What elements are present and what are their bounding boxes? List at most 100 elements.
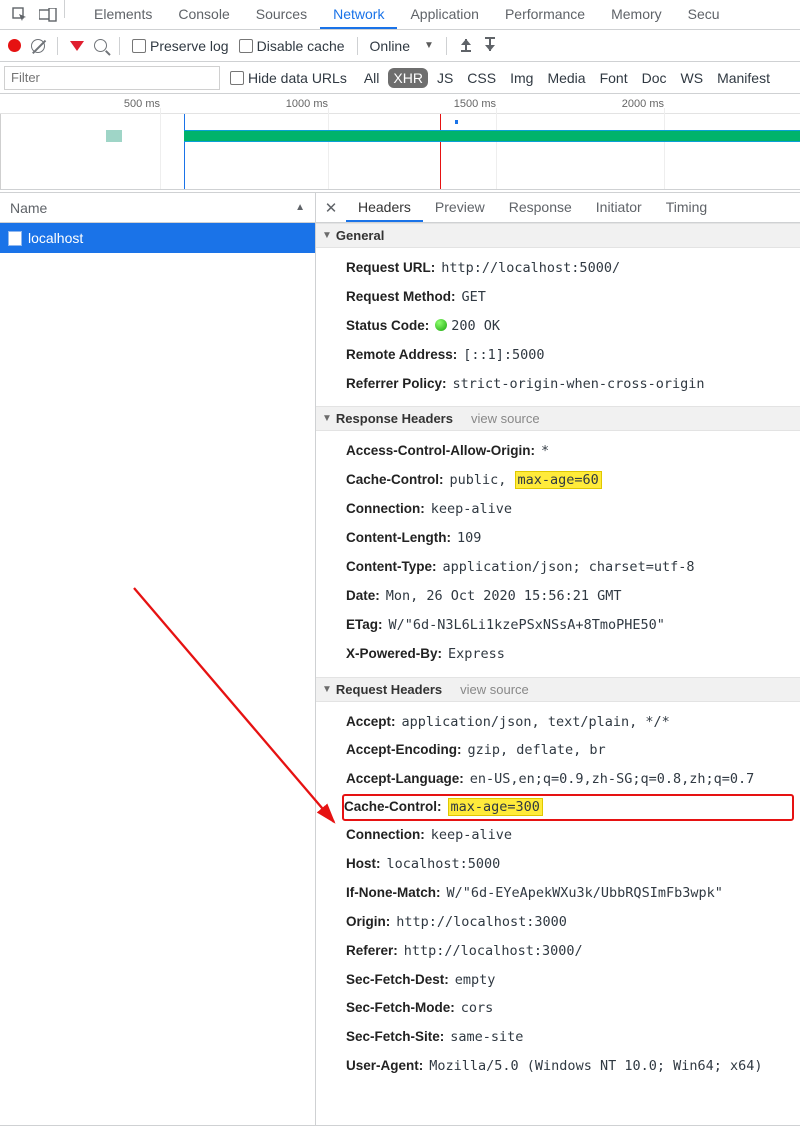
search-icon[interactable] [94, 39, 107, 52]
type-filter-manifest[interactable]: Manifest [712, 68, 775, 88]
header-key: Access-Control-Allow-Origin: [346, 442, 535, 461]
header-row: Status Code:200 OK [346, 312, 800, 341]
header-value: Mozilla/5.0 (Windows NT 10.0; Win64; x64… [429, 1057, 762, 1076]
header-key: Sec-Fetch-Site: [346, 1028, 444, 1047]
request-list: Name ▲ localhost [0, 193, 316, 1125]
timeline-start-line [0, 114, 1, 189]
divider [64, 0, 65, 18]
request-detail: ✕ HeadersPreviewResponseInitiatorTiming … [316, 193, 800, 1125]
tab-console[interactable]: Console [165, 0, 242, 29]
header-key: Sec-Fetch-Mode: [346, 999, 455, 1018]
header-row: Origin:http://localhost:3000 [346, 908, 800, 937]
type-filter-all[interactable]: All [359, 68, 385, 88]
tab-secu[interactable]: Secu [675, 0, 733, 29]
header-key: Sec-Fetch-Dest: [346, 971, 449, 990]
header-key: X-Powered-By: [346, 645, 442, 664]
header-key: Accept-Encoding: [346, 741, 462, 760]
header-value: public, max-age=60 [450, 471, 602, 490]
header-key: User-Agent: [346, 1057, 423, 1076]
tab-network[interactable]: Network [320, 0, 397, 29]
header-key: Content-Length: [346, 529, 451, 548]
detail-tab-headers[interactable]: Headers [346, 193, 423, 222]
type-filter-group: AllXHRJSCSSImgMediaFontDocWSManifest [359, 68, 775, 88]
tab-elements[interactable]: Elements [81, 0, 165, 29]
preserve-log-checkbox[interactable]: Preserve log [132, 38, 229, 54]
hide-data-urls-checkbox[interactable]: Hide data URLs [230, 70, 347, 86]
highlighted-value: max-age=60 [515, 471, 602, 489]
type-filter-js[interactable]: JS [432, 68, 458, 88]
header-value: empty [455, 971, 496, 990]
tab-performance[interactable]: Performance [492, 0, 598, 29]
close-icon[interactable]: ✕ [316, 193, 346, 222]
header-key: Connection: [346, 826, 425, 845]
header-row: X-Powered-By:Express [346, 640, 800, 669]
section-header-general[interactable]: ▼General [316, 223, 800, 248]
status-dot-icon [435, 319, 447, 331]
header-key: Accept-Language: [346, 770, 464, 789]
type-filter-css[interactable]: CSS [462, 68, 501, 88]
filter-input[interactable] [4, 66, 220, 90]
type-filter-img[interactable]: Img [505, 68, 538, 88]
tab-memory[interactable]: Memory [598, 0, 675, 29]
header-key: ETag: [346, 616, 383, 635]
type-filter-media[interactable]: Media [542, 68, 590, 88]
disable-cache-checkbox[interactable]: Disable cache [239, 38, 345, 54]
type-filter-ws[interactable]: WS [676, 68, 709, 88]
header-value: same-site [450, 1028, 523, 1047]
tab-application[interactable]: Application [397, 0, 492, 29]
inspect-icon[interactable] [6, 0, 34, 29]
header-key: Cache-Control: [344, 798, 442, 817]
record-button[interactable] [8, 39, 21, 52]
section-header-request-headers[interactable]: ▼Request Headersview source [316, 677, 800, 702]
header-value: http://localhost:3000/ [404, 942, 583, 961]
detail-tab-response[interactable]: Response [497, 193, 584, 222]
detail-tab-preview[interactable]: Preview [423, 193, 497, 222]
header-key: Referrer Policy: [346, 375, 447, 394]
throttling-select[interactable]: Online▼ [370, 38, 434, 54]
highlighted-value: max-age=300 [448, 798, 543, 816]
request-row-localhost[interactable]: localhost [0, 223, 315, 253]
timeline-overview[interactable]: 500 ms1000 ms1500 ms2000 ms [0, 94, 800, 190]
header-row: Date: Mon, 26 Oct 2020 15:56:21 GMT [346, 582, 800, 611]
timeline-domcontent-line [440, 114, 441, 189]
detail-tab-timing[interactable]: Timing [654, 193, 720, 222]
header-key: Cache-Control: [346, 471, 444, 490]
header-row: Cache-Control: public, max-age=60 [346, 466, 800, 495]
section-header-response-headers[interactable]: ▼Response Headersview source [316, 406, 800, 431]
upload-har-icon[interactable] [459, 37, 473, 54]
header-key: If-None-Match: [346, 884, 441, 903]
header-value: http://localhost:5000/ [441, 259, 620, 278]
header-row: Sec-Fetch-Mode:cors [346, 994, 800, 1023]
header-row: If-None-Match: W/"6d-EYeApekWXu3k/UbbRQSI… [346, 879, 800, 908]
header-row: User-Agent: Mozilla/5.0 (Windows NT 10.0;… [346, 1052, 800, 1081]
request-list-header[interactable]: Name ▲ [0, 193, 315, 223]
header-row: Sec-Fetch-Site: same-site [346, 1023, 800, 1052]
filter-toggle-icon[interactable] [70, 41, 84, 51]
timeline-tick: 1500 ms [454, 98, 496, 110]
type-filter-xhr[interactable]: XHR [388, 68, 428, 88]
header-row: ETag:W/"6d-N3L6Li1kzePSxNSsA+8TmoPHE50" [346, 611, 800, 640]
clear-button[interactable] [31, 39, 45, 53]
header-row: Request Method:GET [346, 283, 800, 312]
type-filter-doc[interactable]: Doc [637, 68, 672, 88]
header-key: Request Method: [346, 288, 456, 307]
header-key: Date: [346, 587, 380, 606]
header-value: strict-origin-when-cross-origin [453, 375, 705, 394]
header-row: Connection:keep-alive [346, 821, 800, 850]
header-value: en-US,en;q=0.9,zh-SG;q=0.8,zh;q=0.7 [470, 770, 754, 789]
header-value: application/json; charset=utf-8 [443, 558, 695, 577]
detail-tab-initiator[interactable]: Initiator [584, 193, 654, 222]
highlighted-header-row: Cache-Control: max-age=300 [342, 794, 794, 821]
header-row: Remote Address:[::1]:5000 [346, 341, 800, 370]
device-toolbar-icon[interactable] [34, 0, 62, 29]
header-value: Mon, 26 Oct 2020 15:56:21 GMT [386, 587, 622, 606]
header-row: Referer:http://localhost:3000/ [346, 937, 800, 966]
tab-sources[interactable]: Sources [243, 0, 320, 29]
devtools-main-tabs: ElementsConsoleSourcesNetworkApplication… [0, 0, 800, 30]
request-name: localhost [28, 230, 83, 246]
header-value: application/json, text/plain, */* [402, 713, 670, 732]
header-value: W/"6d-EYeApekWXu3k/UbbRQSImFb3wpk" [447, 884, 723, 903]
type-filter-font[interactable]: Font [595, 68, 633, 88]
detail-tabs: ✕ HeadersPreviewResponseInitiatorTiming [316, 193, 800, 223]
download-har-icon[interactable] [483, 37, 497, 54]
